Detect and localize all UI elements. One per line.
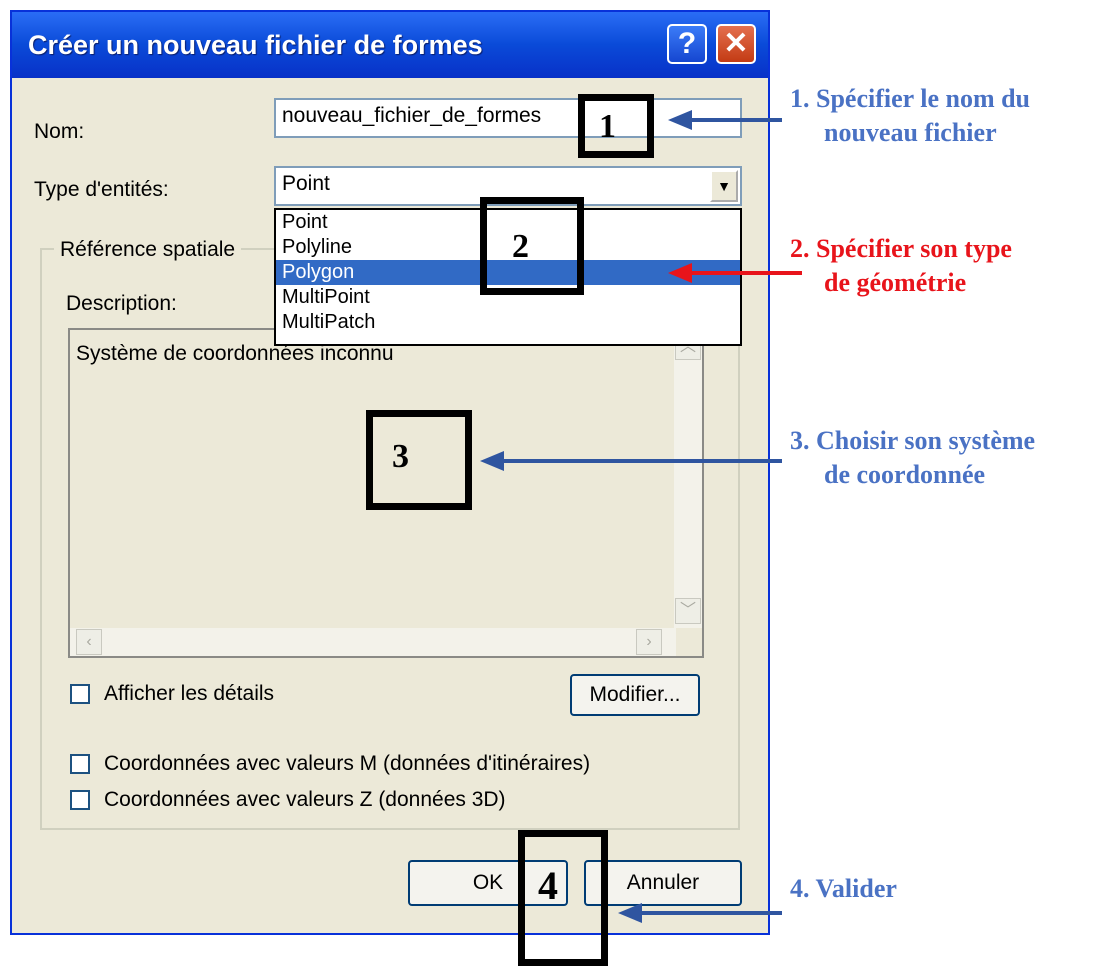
annotation-4-text: 4. Valider <box>790 874 897 903</box>
annotation-1: 1. Spécifier le nom du nouveau fichier <box>790 82 1030 150</box>
arrow-3-head <box>480 451 504 471</box>
annotation-4: 4. Valider <box>790 872 897 906</box>
arrow-1-head <box>668 110 692 130</box>
annotation-3-line-1: 3. Choisir son système <box>790 426 1036 455</box>
annotation-2-line-2: de géométrie <box>824 268 967 297</box>
annotation-1-line-2: nouveau fichier <box>824 118 997 147</box>
arrow-2-head <box>668 263 692 283</box>
annotation-3-line-2: de coordonnée <box>824 460 986 489</box>
annotation-2-line-1: 2. Spécifier son type <box>790 234 1012 263</box>
annotation-3: 3. Choisir son système de coordonnée <box>790 424 1035 492</box>
arrow-4-head <box>618 903 642 923</box>
annotation-1-line-1: 1. Spécifier le nom du <box>790 84 1031 113</box>
annotation-2: 2. Spécifier son type de géométrie <box>790 232 1012 300</box>
